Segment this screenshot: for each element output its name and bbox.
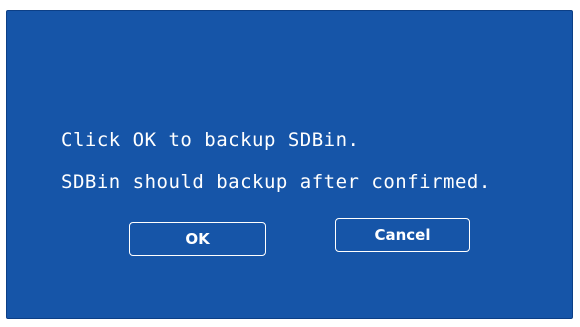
ok-button[interactable]: OK [129,222,266,256]
backup-confirm-dialog: Click OK to backup SDBin. SDBin should b… [6,10,573,319]
message-line-1: Click OK to backup SDBin. [61,129,360,151]
message-line-2: SDBin should backup after confirmed. [61,171,491,193]
cancel-button[interactable]: Cancel [335,218,470,252]
